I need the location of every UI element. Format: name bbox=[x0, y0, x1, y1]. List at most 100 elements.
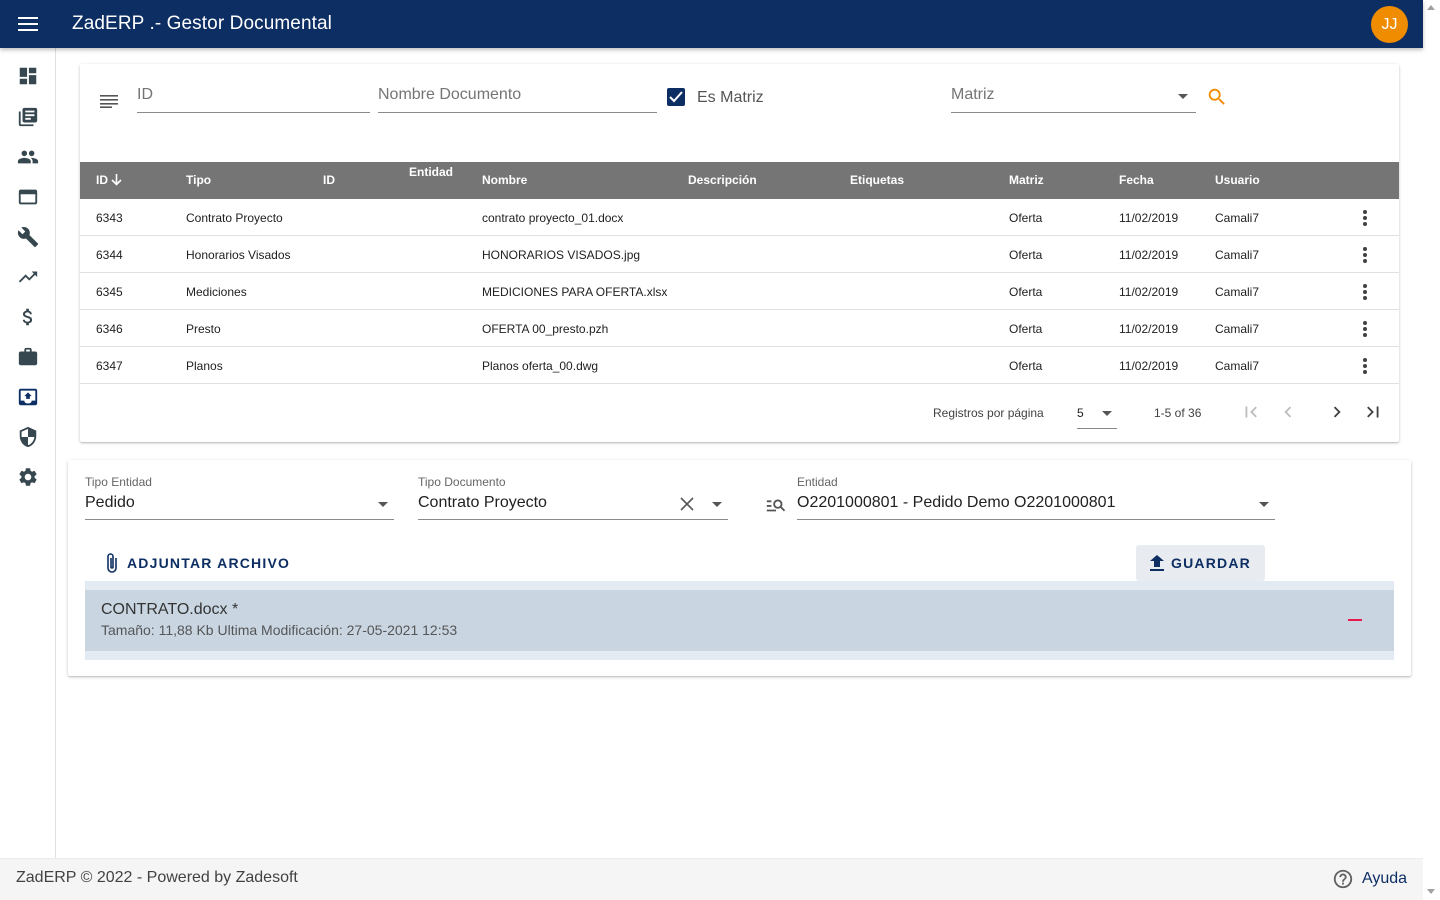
row-more-vert-icon[interactable] bbox=[1358, 319, 1372, 339]
app-bar: ZadERP .- Gestor Documental JJ bbox=[0, 0, 1423, 48]
page-size-label: Registros por página bbox=[933, 406, 1044, 420]
header-id-sortable[interactable]: ID bbox=[96, 173, 122, 187]
cell-id: 6346 bbox=[96, 322, 123, 336]
nav-people[interactable] bbox=[16, 145, 40, 169]
cell-fecha: 11/02/2019 bbox=[1119, 248, 1179, 262]
cell-nombre: HONORARIOS VISADOS.jpg bbox=[482, 248, 641, 262]
nav-finance[interactable] bbox=[16, 305, 40, 329]
page-size-select[interactable]: 5 bbox=[1077, 400, 1117, 429]
cell-tipo: Mediciones bbox=[186, 285, 247, 299]
table-row[interactable]: 6344 Honorarios Visados HONORARIOS VISAD… bbox=[80, 236, 1399, 273]
header-usuario[interactable]: Usuario bbox=[1215, 173, 1260, 187]
guardar-label: GUARDAR bbox=[1171, 555, 1251, 571]
remove-file-icon[interactable] bbox=[1348, 619, 1362, 621]
matriz-select[interactable]: Matriz bbox=[951, 64, 1196, 113]
cell-matriz: Oferta bbox=[1009, 322, 1043, 336]
row-more-vert-icon[interactable] bbox=[1358, 356, 1372, 376]
cell-fecha: 11/02/2019 bbox=[1119, 285, 1179, 299]
attach-file-icon bbox=[107, 553, 117, 573]
upload-card: Tipo Entidad Pedido Tipo Documento Contr… bbox=[68, 460, 1411, 676]
chevron-down-icon bbox=[1259, 502, 1269, 507]
file-list-item[interactable]: CONTRATO.docx * Tamaño: 11,88 Kb Ultima … bbox=[85, 590, 1394, 651]
tipo-documento-select[interactable]: Tipo Documento Contrato Proyecto bbox=[418, 474, 728, 520]
first-page-icon bbox=[1245, 406, 1257, 418]
search-icon[interactable] bbox=[1206, 86, 1228, 108]
table-row[interactable]: 6347 Planos Planos oferta_00.dwg Oferta … bbox=[80, 347, 1399, 384]
underline bbox=[418, 519, 728, 520]
previous-page-button[interactable] bbox=[1276, 400, 1300, 424]
cell-id: 6344 bbox=[96, 248, 123, 262]
user-avatar[interactable]: JJ bbox=[1371, 6, 1408, 43]
documents-card: Es Matriz Matriz ID Tipo ID Entidad Nomb… bbox=[80, 64, 1399, 442]
app-title: ZadERP .- Gestor Documental bbox=[72, 13, 333, 34]
nombre-documento-input[interactable] bbox=[378, 86, 657, 104]
row-more-vert-icon[interactable] bbox=[1358, 282, 1372, 302]
header-id2[interactable]: ID bbox=[323, 173, 335, 187]
underline bbox=[85, 519, 394, 520]
nav-tools[interactable] bbox=[16, 225, 40, 249]
scroll-down-arrow[interactable] bbox=[1427, 889, 1435, 894]
es-matriz-checkbox[interactable] bbox=[667, 88, 685, 106]
trending-up-icon bbox=[18, 271, 38, 283]
tipo-entidad-select[interactable]: Tipo Entidad Pedido bbox=[85, 474, 394, 520]
entidad-select[interactable]: Entidad O2201000801 - Pedido Demo O22010… bbox=[797, 474, 1275, 520]
cell-nombre: OFERTA 00_presto.pzh bbox=[482, 322, 609, 336]
header-etiquetas[interactable]: Etiquetas bbox=[850, 173, 904, 187]
first-page-button[interactable] bbox=[1239, 400, 1263, 424]
table-row[interactable]: 6346 Presto OFERTA 00_presto.pzh Oferta … bbox=[80, 310, 1399, 347]
chevron-down-icon bbox=[1102, 411, 1112, 416]
cell-matriz: Oferta bbox=[1009, 211, 1043, 225]
next-page-button[interactable] bbox=[1325, 400, 1349, 424]
header-descripcion[interactable]: Descripción bbox=[688, 173, 757, 187]
table-row[interactable]: 6343 Contrato Proyecto contrato proyecto… bbox=[80, 199, 1399, 236]
adjuntar-archivo-label: ADJUNTAR ARCHIVO bbox=[127, 555, 291, 571]
help-link[interactable]: Ayuda bbox=[1332, 868, 1407, 890]
cell-nombre: contrato proyecto_01.docx bbox=[482, 211, 624, 225]
entity-search-icon[interactable] bbox=[765, 494, 787, 516]
nav-trending[interactable] bbox=[16, 265, 40, 289]
checkmark-icon bbox=[669, 91, 683, 103]
id-filter-input[interactable] bbox=[137, 86, 370, 104]
id-filter-field bbox=[137, 64, 370, 113]
upload-archive-icon bbox=[18, 388, 38, 406]
last-page-icon bbox=[1367, 406, 1379, 418]
people-icon bbox=[17, 150, 39, 164]
filter-list-icon[interactable] bbox=[100, 94, 120, 108]
nav-dashboard[interactable] bbox=[16, 64, 40, 88]
header-tipo[interactable]: Tipo bbox=[186, 173, 211, 187]
cell-nombre: MEDICIONES PARA OFERTA.xlsx bbox=[482, 285, 668, 299]
page-scrollbar[interactable] bbox=[1423, 0, 1440, 900]
chevron-right-icon bbox=[1333, 406, 1341, 418]
nav-document-manager[interactable] bbox=[16, 385, 40, 409]
file-meta: Tamaño: 11,88 Kb Ultima Modificación: 27… bbox=[101, 622, 458, 638]
last-page-button[interactable] bbox=[1361, 400, 1385, 424]
tipo-documento-label: Tipo Documento bbox=[418, 475, 506, 489]
briefcase-icon bbox=[18, 347, 38, 366]
chevron-left-icon bbox=[1284, 406, 1292, 418]
nav-business[interactable] bbox=[16, 345, 40, 369]
cell-id: 6347 bbox=[96, 359, 123, 373]
scroll-up-arrow[interactable] bbox=[1427, 5, 1435, 10]
chevron-down-icon bbox=[712, 502, 722, 507]
nav-library[interactable] bbox=[16, 105, 40, 129]
nav-security[interactable] bbox=[16, 425, 40, 449]
nav-web[interactable] bbox=[16, 185, 40, 209]
row-more-vert-icon[interactable] bbox=[1358, 245, 1372, 265]
header-nombre[interactable]: Nombre bbox=[482, 173, 527, 187]
dashboard-icon bbox=[19, 67, 37, 85]
table-row[interactable]: 6345 Mediciones MEDICIONES PARA OFERTA.x… bbox=[80, 273, 1399, 310]
row-more-vert-icon[interactable] bbox=[1358, 208, 1372, 228]
page-size-value: 5 bbox=[1077, 406, 1084, 420]
guardar-button[interactable]: GUARDAR bbox=[1136, 545, 1265, 581]
clear-icon[interactable] bbox=[680, 497, 694, 511]
header-entidad[interactable]: Entidad bbox=[409, 165, 453, 179]
cell-usuario: Camali7 bbox=[1215, 322, 1260, 336]
header-matriz[interactable]: Matriz bbox=[1009, 173, 1044, 187]
menu-button[interactable] bbox=[0, 0, 56, 48]
file-name: CONTRATO.docx * bbox=[101, 601, 239, 618]
nav-settings[interactable] bbox=[16, 465, 40, 489]
header-fecha[interactable]: Fecha bbox=[1119, 173, 1154, 187]
adjuntar-archivo-button[interactable]: ADJUNTAR ARCHIVO bbox=[105, 552, 290, 574]
cell-id: 6343 bbox=[96, 211, 123, 225]
header-id-label: ID bbox=[96, 173, 108, 187]
